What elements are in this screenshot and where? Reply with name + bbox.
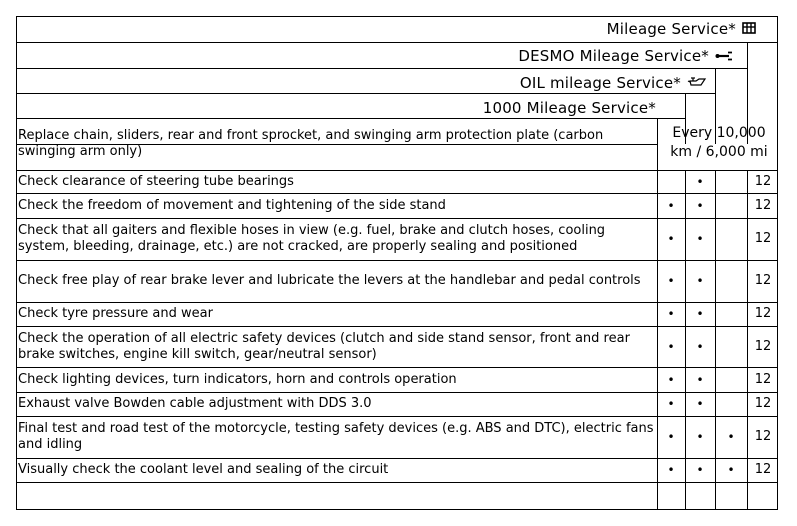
- cell-desmo-service: •: [727, 430, 735, 444]
- cell-1000-service: •: [667, 274, 675, 288]
- cell-oil-service: •: [696, 430, 704, 444]
- header-divider: [16, 144, 657, 145]
- header-oil-service: OIL mileage Service*: [16, 73, 707, 95]
- row-description: Check free play of rear brake lever and …: [18, 273, 641, 288]
- cell-mileage-service: 12: [754, 231, 772, 246]
- cell-1000-service: •: [667, 307, 675, 321]
- header-divider: [16, 118, 685, 119]
- cell-1000-service: •: [667, 430, 675, 444]
- row-description: Final test and road test of the motorcyc…: [18, 421, 654, 452]
- header-divider: [16, 68, 747, 69]
- cell-oil-service: •: [696, 274, 704, 288]
- cell-1000-service: •: [667, 463, 675, 477]
- cell-mileage-service: 12: [754, 173, 772, 189]
- column-divider: [747, 170, 748, 510]
- column-divider: [715, 170, 716, 510]
- cell-mileage-service: 12: [754, 197, 772, 213]
- header-divider: [16, 93, 715, 94]
- header-1000-label: 1000 Mileage Service*: [482, 99, 656, 117]
- oil-can-icon: [687, 75, 707, 95]
- service-grid-icon: [742, 21, 756, 41]
- cell-1000-service: •: [667, 372, 675, 387]
- header-1000-service: 1000 Mileage Service*: [16, 98, 656, 118]
- wrench-icon: [715, 48, 733, 68]
- row-description: Check the freedom of movement and tighte…: [18, 197, 446, 213]
- cell-oil-service: •: [696, 397, 704, 411]
- header-divider: [16, 42, 778, 43]
- first-row-interval: Every 10,000 km / 6,000 mi: [670, 125, 768, 160]
- cell-1000-service: •: [667, 397, 675, 411]
- cell-mileage-service: 12: [754, 429, 772, 444]
- row-description: Check clearance of steering tube bearing…: [18, 173, 294, 189]
- cell-oil-service: •: [696, 372, 704, 387]
- row-description: Check the operation of all electric safe…: [18, 330, 630, 362]
- cell-mileage-service: 12: [754, 273, 772, 288]
- column-divider: [747, 42, 748, 144]
- row-description: Check tyre pressure and wear: [18, 306, 213, 321]
- column-divider: [685, 93, 686, 144]
- cell-oil-service: •: [696, 463, 704, 477]
- cell-oil-service: •: [696, 307, 704, 321]
- cell-mileage-service: 12: [754, 396, 772, 411]
- cell-desmo-service: •: [727, 463, 735, 477]
- row-description: Exhaust valve Bowden cable adjustment wi…: [18, 396, 372, 411]
- cell-oil-service: •: [696, 198, 704, 213]
- cell-mileage-service: 12: [754, 462, 772, 477]
- row-description: Check lighting devices, turn indicators,…: [18, 371, 457, 387]
- cell-1000-service: •: [667, 339, 675, 354]
- header-desmo-service: DESMO Mileage Service*: [16, 46, 733, 68]
- header-oil-label: OIL mileage Service*: [519, 74, 681, 92]
- row-description: Check that all gaiters and flexible hose…: [18, 223, 606, 254]
- cell-1000-service: •: [667, 198, 675, 213]
- header-mileage-label: Mileage Service*: [606, 20, 736, 38]
- column-divider: [715, 68, 716, 144]
- cell-mileage-service: 12: [754, 306, 772, 321]
- cell-mileage-service: 12: [754, 371, 772, 387]
- cell-oil-service: •: [696, 232, 704, 246]
- row-divider: [16, 482, 778, 483]
- cell-mileage-service: 12: [754, 338, 772, 354]
- row-description: Visually check the coolant level and sea…: [18, 462, 389, 477]
- cell-1000-service: •: [667, 232, 675, 246]
- cell-oil-service: •: [696, 339, 704, 354]
- header-mileage-service: Mileage Service*: [16, 19, 756, 41]
- cell-oil-service: •: [696, 174, 704, 189]
- header-desmo-label: DESMO Mileage Service*: [518, 47, 709, 65]
